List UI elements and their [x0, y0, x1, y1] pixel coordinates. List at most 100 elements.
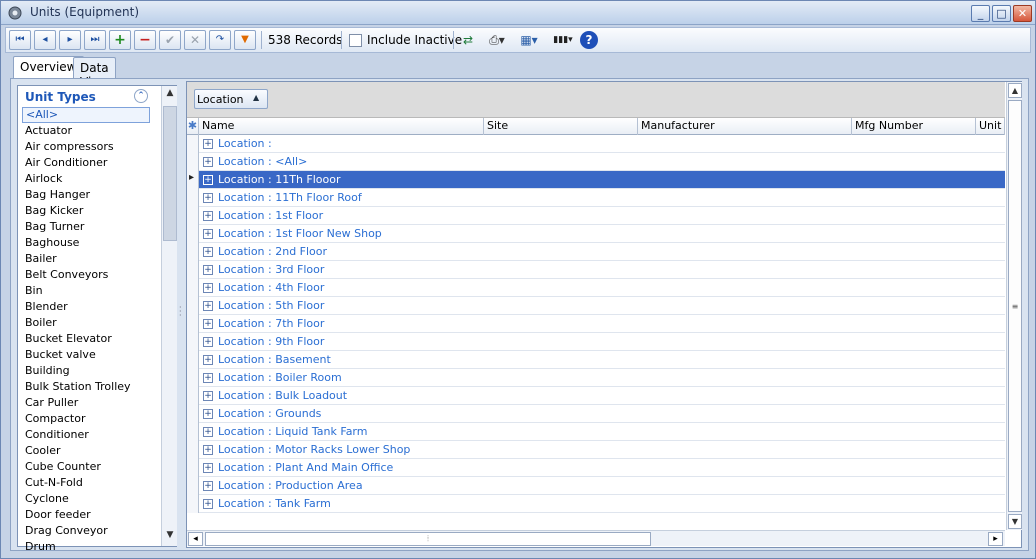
unit-type-item[interactable]: Drum	[22, 539, 150, 555]
unit-type-item[interactable]: Conditioner	[22, 427, 150, 443]
filter-button[interactable]: ▼	[234, 30, 256, 50]
unit-type-item[interactable]: Actuator	[22, 123, 150, 139]
row-indicator[interactable]	[187, 261, 199, 279]
row-indicator[interactable]	[187, 225, 199, 243]
unit-type-item[interactable]: Baghouse	[22, 235, 150, 251]
group-row[interactable]: + Location : 1st Floor New Shop	[187, 225, 1005, 243]
group-row[interactable]: + Location : 2nd Floor	[187, 243, 1005, 261]
group-row[interactable]: + Location : 9th Floor	[187, 333, 1005, 351]
print-icon[interactable]: ⎙▾	[482, 31, 512, 49]
unit-type-item[interactable]: Boiler	[22, 315, 150, 331]
row-indicator[interactable]	[187, 243, 199, 261]
unit-type-item[interactable]: Bucket Elevator	[22, 331, 150, 347]
scroll-up-icon[interactable]: ▲	[1008, 83, 1022, 98]
group-row[interactable]: + Location : 7th Floor	[187, 315, 1005, 333]
group-row[interactable]: + Location : 4th Floor	[187, 279, 1005, 297]
group-row[interactable]: + Location : 11Th Floor Roof	[187, 189, 1005, 207]
row-indicator[interactable]	[187, 495, 199, 513]
expand-icon[interactable]: +	[203, 337, 213, 347]
column-header-mfg-number[interactable]: Mfg Number	[852, 118, 976, 135]
row-indicator[interactable]	[187, 135, 199, 153]
unit-type-item[interactable]: Car Puller	[22, 395, 150, 411]
unit-type-item[interactable]: Cooler	[22, 443, 150, 459]
row-indicator[interactable]	[187, 351, 199, 369]
expand-icon[interactable]: +	[203, 427, 213, 437]
expand-icon[interactable]: +	[203, 409, 213, 419]
unit-type-item[interactable]: Cyclone	[22, 491, 150, 507]
unit-type-item[interactable]: Bag Turner	[22, 219, 150, 235]
unit-type-item[interactable]: Bailer	[22, 251, 150, 267]
collapse-icon[interactable]: ⌃	[134, 89, 148, 103]
include-inactive-checkbox[interactable]	[349, 34, 362, 47]
column-header-name[interactable]: Name	[199, 118, 484, 135]
grid-horizontal-thumb[interactable]: ⦙	[205, 532, 651, 546]
column-header-unit-number[interactable]: Unit Number	[976, 118, 1005, 135]
unit-type-item[interactable]: Air compressors	[22, 139, 150, 155]
row-indicator[interactable]	[187, 405, 199, 423]
barcode-icon[interactable]: ▮▮▮▾	[546, 31, 580, 49]
group-row[interactable]: + Location : Grounds	[187, 405, 1005, 423]
row-indicator[interactable]	[187, 189, 199, 207]
next-record-button[interactable]: ▸	[59, 30, 81, 50]
unit-type-item[interactable]: Belt Conveyors	[22, 267, 150, 283]
unit-type-item[interactable]: Cut-N-Fold	[22, 475, 150, 491]
group-row[interactable]: + Location : Plant And Main Office	[187, 459, 1005, 477]
group-row[interactable]: + Location : Tank Farm	[187, 495, 1005, 513]
expand-icon[interactable]: +	[203, 445, 213, 455]
unit-type-item[interactable]: Building	[22, 363, 150, 379]
expand-icon[interactable]: +	[203, 481, 213, 491]
row-indicator[interactable]	[187, 477, 199, 495]
scroll-thumb[interactable]	[163, 106, 177, 241]
group-row[interactable]: + Location : Bulk Loadout	[187, 387, 1005, 405]
unit-type-item[interactable]: Drag Conveyor	[22, 523, 150, 539]
sync-icon[interactable]: ⇄	[458, 31, 478, 49]
close-button[interactable]: ✕	[1013, 5, 1032, 22]
group-row[interactable]: + Location : Motor Racks Lower Shop	[187, 441, 1005, 459]
scroll-right-icon[interactable]: ▸	[988, 532, 1003, 546]
row-indicator[interactable]	[187, 369, 199, 387]
new-row-icon[interactable]: ✱	[187, 118, 199, 135]
scroll-left-icon[interactable]: ◂	[188, 532, 203, 546]
prev-record-button[interactable]: ◂	[34, 30, 56, 50]
unit-types-scrollbar[interactable]: ▲ ▼	[161, 86, 177, 546]
expand-icon[interactable]: +	[203, 283, 213, 293]
group-row[interactable]: + Location : Boiler Room	[187, 369, 1005, 387]
row-indicator[interactable]	[187, 333, 199, 351]
row-indicator[interactable]	[187, 153, 199, 171]
maximize-button[interactable]: □	[992, 5, 1011, 22]
unit-type-item[interactable]: Bucket valve	[22, 347, 150, 363]
group-row[interactable]: + Location :	[187, 135, 1005, 153]
grid-vertical-thumb[interactable]: ≡	[1008, 100, 1022, 512]
expand-icon[interactable]: +	[203, 265, 213, 275]
post-edit-button[interactable]: ✔	[159, 30, 181, 50]
unit-type-item[interactable]: Blender	[22, 299, 150, 315]
group-row[interactable]: + Location : 5th Floor	[187, 297, 1005, 315]
expand-icon[interactable]: +	[203, 247, 213, 257]
unit-type-item[interactable]: Bag Hanger	[22, 187, 150, 203]
row-indicator[interactable]	[187, 297, 199, 315]
group-row[interactable]: + Location : Production Area	[187, 477, 1005, 495]
unit-type-item[interactable]: Air Conditioner	[22, 155, 150, 171]
tab-data-view[interactable]: Data View	[73, 57, 116, 89]
row-indicator[interactable]	[187, 459, 199, 477]
unit-type-item[interactable]: Bulk Station Trolley	[22, 379, 150, 395]
group-by-location-chip[interactable]: Location ▲	[194, 89, 268, 109]
column-header-site[interactable]: Site	[484, 118, 638, 135]
expand-icon[interactable]: +	[203, 499, 213, 509]
first-record-button[interactable]: ⏮	[9, 30, 31, 50]
expand-icon[interactable]: +	[203, 301, 213, 311]
expand-icon[interactable]: +	[203, 139, 213, 149]
unit-type-item[interactable]: Compactor	[22, 411, 150, 427]
expand-icon[interactable]: +	[203, 229, 213, 239]
row-indicator[interactable]	[187, 315, 199, 333]
layout-icon[interactable]: ▦▾	[514, 31, 544, 49]
minimize-button[interactable]: _	[971, 5, 990, 22]
row-indicator[interactable]	[187, 207, 199, 225]
expand-icon[interactable]: +	[203, 319, 213, 329]
expand-icon[interactable]: +	[203, 157, 213, 167]
row-indicator[interactable]	[187, 171, 199, 189]
unit-type-item[interactable]: Cube Counter	[22, 459, 150, 475]
scroll-down-icon[interactable]: ▼	[164, 530, 176, 544]
group-row[interactable]: + Location : <All>	[187, 153, 1005, 171]
row-indicator[interactable]	[187, 423, 199, 441]
